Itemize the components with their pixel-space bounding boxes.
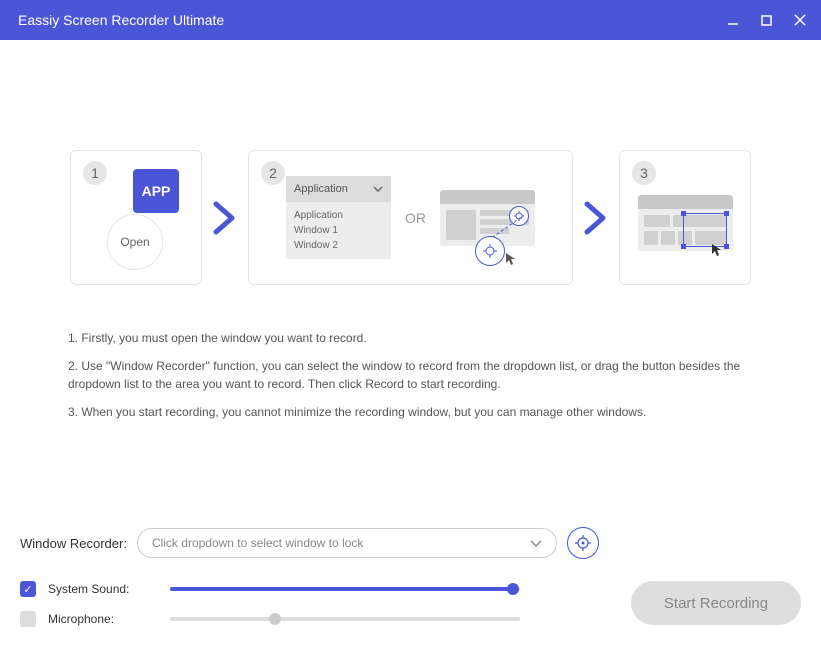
steps-row: 1 APP Open 2 Application Application Win… xyxy=(20,150,801,285)
microphone-row: Microphone: xyxy=(20,611,520,627)
step-1-card: 1 APP Open xyxy=(70,150,202,285)
step-2-badge: 2 xyxy=(261,161,285,185)
step2-dropdown-body: Application Window 1 Window 2 xyxy=(286,202,391,259)
system-sound-checkbox[interactable]: ✓ xyxy=(20,581,36,597)
target-drag-button[interactable] xyxy=(567,527,599,559)
close-button[interactable] xyxy=(793,13,807,27)
window-recorder-row: Window Recorder: Click dropdown to selec… xyxy=(20,527,801,559)
chevron-right-icon xyxy=(212,200,238,236)
window-select-dropdown[interactable]: Click dropdown to select window to lock xyxy=(137,528,557,558)
window-recorder-label: Window Recorder: xyxy=(20,536,127,551)
start-recording-button[interactable]: Start Recording xyxy=(631,581,801,625)
step3-window-illustration xyxy=(638,195,733,251)
instructions: 1. Firstly, you must open the window you… xyxy=(20,329,801,431)
microphone-checkbox[interactable] xyxy=(20,611,36,627)
system-sound-slider[interactable] xyxy=(170,587,520,591)
cursor-icon xyxy=(711,243,723,257)
window-controls xyxy=(726,13,807,27)
minimize-button[interactable] xyxy=(726,13,740,27)
microphone-label: Microphone: xyxy=(48,612,158,626)
app-title: Eassiy Screen Recorder Ultimate xyxy=(18,12,224,28)
step2-dropdown-illustration: Application Application Window 1 Window … xyxy=(286,176,391,259)
step-2-card: 2 Application Application Window 1 Windo… xyxy=(248,150,573,285)
or-label: OR xyxy=(405,210,426,226)
cursor-icon xyxy=(505,252,517,266)
system-sound-label: System Sound: xyxy=(48,582,158,596)
chevron-down-icon xyxy=(530,536,542,550)
selection-frame xyxy=(683,213,727,247)
instruction-line-3: 3. When you start recording, you cannot … xyxy=(68,403,753,421)
instruction-line-1: 1. Firstly, you must open the window you… xyxy=(68,329,753,347)
step-1-badge: 1 xyxy=(83,161,107,185)
step-3-card: 3 xyxy=(619,150,751,285)
audio-sliders: ✓ System Sound: Microphone: xyxy=(20,581,520,627)
step-3-badge: 3 xyxy=(632,161,656,185)
instruction-line-2: 2. Use "Window Recorder" function, you c… xyxy=(68,357,753,393)
dropdown-placeholder: Click dropdown to select window to lock xyxy=(152,536,363,550)
content-area: 1 APP Open 2 Application Application Win… xyxy=(0,40,821,651)
system-sound-row: ✓ System Sound: xyxy=(20,581,520,597)
titlebar: Eassiy Screen Recorder Ultimate xyxy=(0,0,821,40)
bottom-controls: Window Recorder: Click dropdown to selec… xyxy=(20,527,801,651)
target-icon xyxy=(475,236,505,266)
step2-window-illustration xyxy=(440,190,535,246)
open-label: Open xyxy=(107,214,163,270)
drag-target-illustration xyxy=(475,236,505,266)
microphone-slider[interactable] xyxy=(170,617,520,621)
chevron-right-icon xyxy=(583,200,609,236)
chevron-down-icon xyxy=(373,183,383,195)
app-icon: APP xyxy=(133,169,179,213)
step2-dropdown-header: Application xyxy=(286,176,391,202)
controls-row: ✓ System Sound: Microphone: Start Record… xyxy=(20,581,801,627)
maximize-button[interactable] xyxy=(760,14,773,27)
